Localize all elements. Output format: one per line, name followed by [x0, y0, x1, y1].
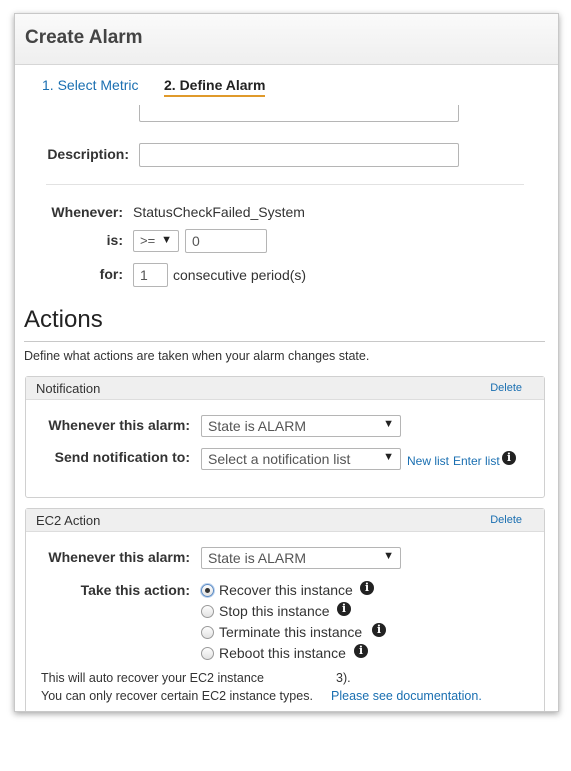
ec2-whenever-label: Whenever this alarm: [48, 549, 190, 565]
chevron-down-icon: ▼ [383, 418, 394, 430]
terminate-instance-label[interactable]: Terminate this instance [219, 624, 362, 640]
operator-value: >= [140, 233, 156, 248]
info-icon[interactable]: i [354, 644, 368, 658]
notification-panel-title: Notification [36, 381, 101, 396]
info-icon[interactable]: i [372, 623, 386, 637]
stop-instance-radio[interactable] [201, 605, 214, 618]
ec2-delete-link[interactable]: Delete [490, 514, 522, 526]
reboot-instance-radio[interactable] [201, 647, 214, 660]
chevron-down-icon: ▼ [383, 451, 394, 463]
ec2-panel-header: EC2 Action Delete [26, 509, 544, 532]
threshold-input[interactable]: 0 [185, 229, 267, 253]
notification-state-value: State is ALARM [208, 418, 307, 434]
chevron-down-icon: ▼ [383, 550, 394, 562]
notification-state-select[interactable]: State is ALARM ▼ [201, 415, 401, 437]
recover-note-line1a: This will auto recover your EC2 instance [41, 671, 265, 685]
periods-input[interactable]: 1 [133, 263, 168, 287]
reboot-instance-label[interactable]: Reboot this instance [219, 645, 346, 661]
content-area: Description: Whenever: StatusCheckFailed… [15, 105, 558, 711]
notification-list-select[interactable]: Select a notification list ▼ [201, 448, 401, 470]
dialog-title: Create Alarm [25, 27, 143, 48]
take-action-label: Take this action: [80, 582, 190, 598]
ec2-state-select[interactable]: State is ALARM ▼ [201, 547, 401, 569]
wizard-steps: 1. Select Metric 2. Define Alarm [15, 65, 558, 105]
metric-name: StatusCheckFailed_System [133, 204, 305, 220]
actions-divider [24, 341, 545, 342]
notification-whenever-label: Whenever this alarm: [48, 417, 190, 433]
periods-suffix: consecutive period(s) [173, 267, 307, 283]
info-icon[interactable]: i [502, 451, 516, 465]
notification-panel: Notification Delete Whenever this alarm:… [25, 376, 545, 498]
name-input[interactable] [139, 105, 459, 122]
is-label: is: [106, 232, 123, 248]
actions-title: Actions [24, 306, 103, 333]
recover-instance-label[interactable]: Recover this instance [219, 582, 353, 598]
description-input[interactable] [139, 143, 459, 167]
notification-delete-link[interactable]: Delete [490, 382, 522, 394]
notification-list-value: Select a notification list [208, 451, 351, 467]
dialog-header: Create Alarm [15, 14, 558, 65]
recover-note-line2: You can only recover certain EC2 instanc… [41, 689, 313, 703]
create-alarm-dialog: Create Alarm 1. Select Metric 2. Define … [14, 13, 559, 712]
description-label: Description: [47, 146, 129, 162]
ec2-panel-title: EC2 Action [36, 513, 101, 528]
divider [46, 184, 524, 185]
step-select-metric[interactable]: 1. Select Metric [42, 77, 138, 93]
info-icon[interactable]: i [360, 581, 374, 595]
new-list-link[interactable]: New list [407, 454, 449, 468]
for-label: for: [99, 266, 123, 282]
terminate-instance-radio[interactable] [201, 626, 214, 639]
ec2-state-value: State is ALARM [208, 550, 307, 566]
stop-instance-label[interactable]: Stop this instance [219, 603, 330, 619]
recover-instance-radio[interactable] [201, 584, 214, 597]
documentation-link[interactable]: Please see documentation. [331, 689, 482, 703]
step-define-alarm[interactable]: 2. Define Alarm [164, 77, 266, 97]
actions-description: Define what actions are taken when your … [24, 349, 370, 363]
chevron-down-icon: ▼ [161, 234, 172, 246]
recover-note-line1b: 3). [336, 671, 351, 685]
send-notification-label: Send notification to: [54, 449, 190, 465]
notification-panel-header: Notification Delete [26, 377, 544, 400]
operator-select[interactable]: >= ▼ [133, 230, 179, 252]
info-icon[interactable]: i [337, 602, 351, 616]
enter-list-link[interactable]: Enter list [453, 454, 500, 468]
ec2-action-panel: EC2 Action Delete Whenever this alarm: S… [25, 508, 545, 711]
whenever-label: Whenever: [51, 204, 123, 220]
